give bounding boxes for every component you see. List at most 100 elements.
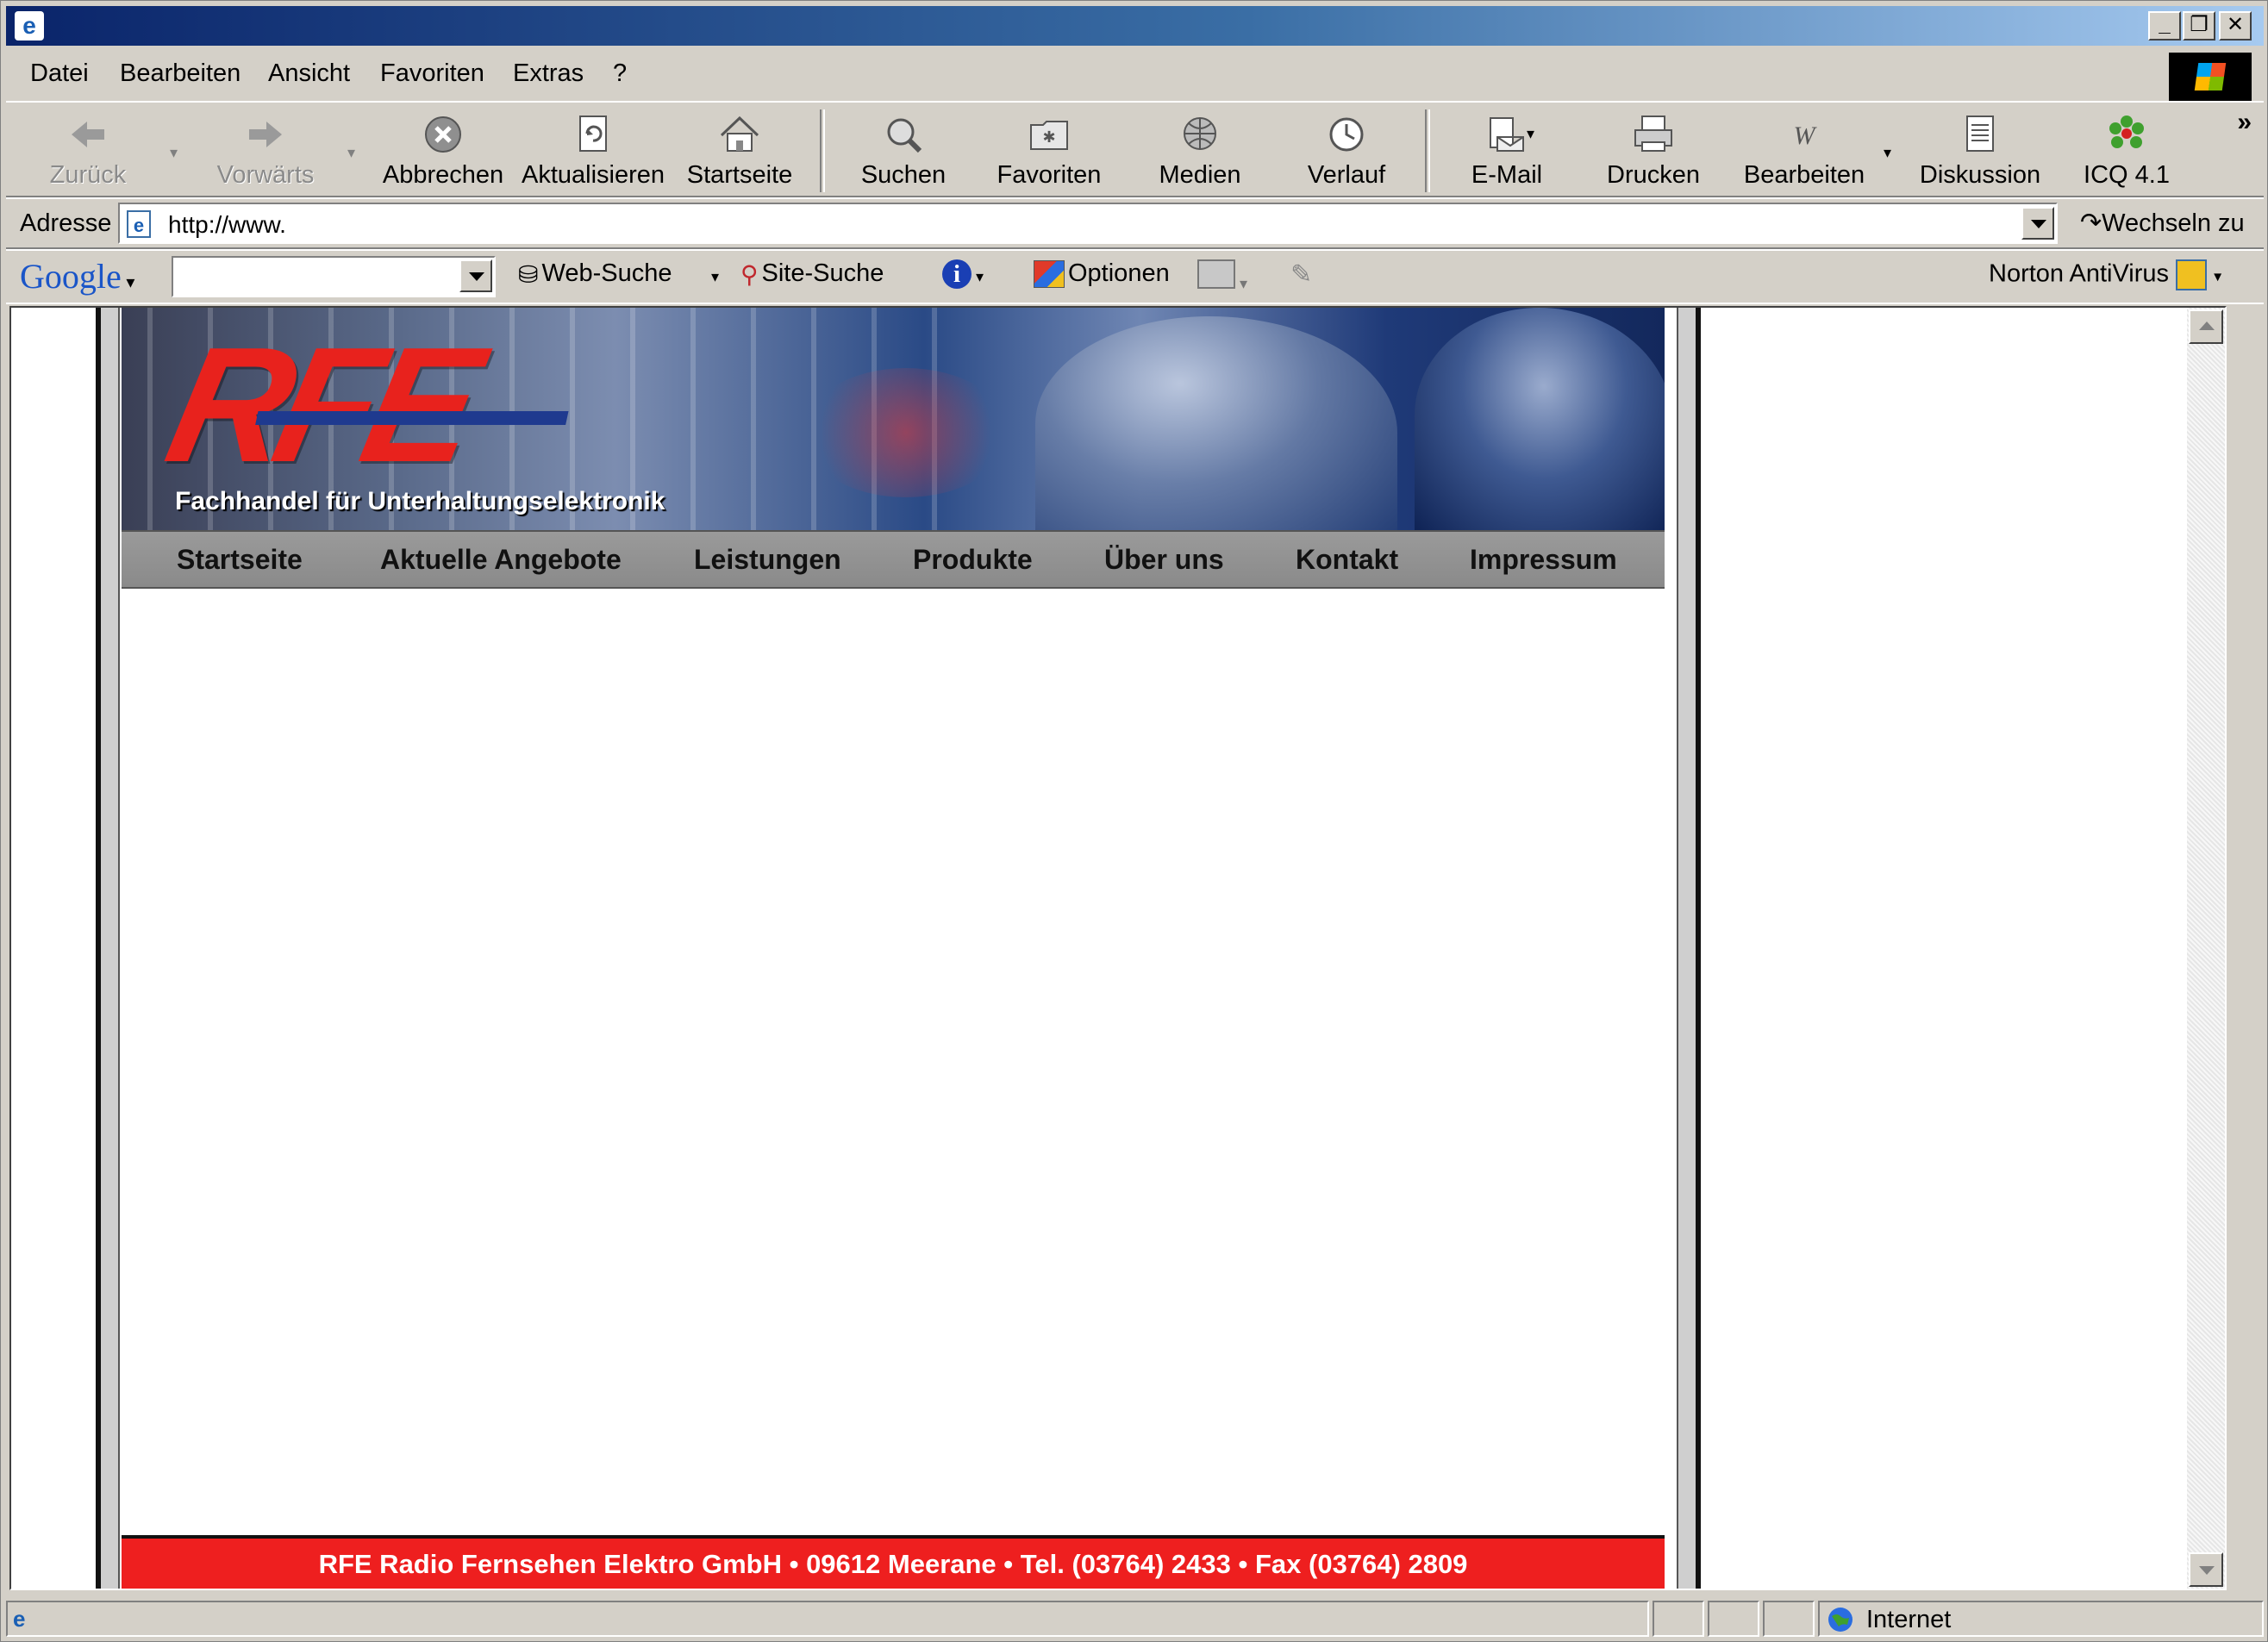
menu-ansicht[interactable]: Ansicht (268, 59, 350, 88)
mail-button[interactable]: E-Mail (1451, 111, 1563, 194)
status-panel (1653, 1601, 1704, 1637)
go-button[interactable]: ↷Wechseln zu (2080, 208, 2245, 238)
status-zone-panel: Internet (1818, 1601, 2264, 1637)
discuss-button[interactable]: Diskussion (1911, 111, 2049, 194)
nav-leistungen[interactable]: Leistungen (694, 544, 841, 576)
web-search-button[interactable]: ⛁ Web-Suche (518, 259, 672, 289)
forward-arrow-icon (249, 122, 282, 147)
site-search-icon: ⚲ (740, 260, 759, 288)
menu-extras[interactable]: Extras (513, 59, 584, 88)
nav-startseite[interactable]: Startseite (177, 544, 303, 576)
svg-text:W: W (1794, 122, 1818, 150)
folder-button[interactable]: ▾ (1197, 259, 1247, 296)
site-search-button[interactable]: ⚲ Site-Suche (740, 259, 884, 289)
discussion-icon (1966, 116, 1994, 152)
norton-dropdown-icon: ▾ (2214, 267, 2222, 285)
menu-bearbeiten[interactable]: Bearbeiten (120, 59, 241, 88)
header-banner: RFE Fachhandel für Unterhaltungselektron… (122, 308, 1665, 530)
forward-button[interactable]: Vorwärts (209, 111, 322, 194)
frame-right-border (1677, 308, 1696, 1589)
nav-impressum[interactable]: Impressum (1470, 544, 1617, 576)
favorites-folder-icon: ✱ (1030, 121, 1068, 150)
go-arrow-icon: ↷ (2080, 209, 2102, 237)
forward-dropdown-icon[interactable]: ▾ (347, 144, 355, 162)
mail-dropdown-icon[interactable]: ▾ (1527, 125, 1534, 143)
nav-produkte[interactable]: Produkte (913, 544, 1033, 576)
nav-aktuelle-angebote[interactable]: Aktuelle Angebote (380, 544, 622, 576)
word-edit-icon: W (1794, 122, 1818, 150)
folder-dropdown-icon: ▾ (1235, 275, 1248, 292)
stop-button[interactable]: Abbrechen (378, 111, 508, 194)
media-button[interactable]: Medien (1144, 111, 1256, 194)
title-bar[interactable]: e _ ❐ ✕ (6, 6, 2264, 46)
edit-button[interactable]: W Bearbeiten (1735, 111, 1873, 194)
vertical-scrollbar[interactable] (2187, 308, 2225, 1589)
minimize-button[interactable]: _ (2148, 11, 2181, 41)
options-icon (1034, 260, 1065, 289)
address-bar: Adresse e http://www. ↷Wechseln zu (6, 199, 2264, 251)
info-icon: i (942, 259, 972, 289)
logo-blue-stripe (255, 411, 569, 425)
toolbar-overflow-chevron[interactable]: » (2237, 108, 2252, 137)
google-dropdown-icon: ▾ (121, 273, 135, 292)
search-button[interactable]: Suchen (847, 111, 959, 194)
refresh-button[interactable]: Aktualisieren (520, 111, 666, 194)
print-button[interactable]: Drucken (1597, 111, 1709, 194)
home-button[interactable]: Startseite (684, 111, 796, 194)
internet-globe-icon (1828, 1608, 1853, 1632)
footer-contact: RFE Radio Fernsehen Elektro GmbH • 09612… (318, 1549, 1468, 1579)
history-button[interactable]: Verlauf (1290, 111, 1403, 194)
menu-bar: Datei Bearbeiten Ansicht Favoriten Extra… (6, 49, 2264, 103)
address-url[interactable]: http://www. (168, 211, 286, 239)
status-panel (1763, 1601, 1815, 1637)
nav-ueber-uns[interactable]: Über uns (1104, 544, 1224, 576)
close-button[interactable]: ✕ (2219, 11, 2252, 41)
google-search-input[interactable] (172, 256, 496, 297)
rfe-logo[interactable]: RFE (153, 314, 569, 496)
address-label: Adresse (20, 209, 112, 237)
menu-help[interactable]: ? (613, 59, 627, 88)
toolbar-separator (820, 109, 825, 192)
google-logo[interactable]: Google ▾ (20, 256, 134, 297)
banner-photo-man (1415, 308, 1665, 530)
stop-icon (425, 116, 461, 153)
toolbar-separator (1425, 109, 1430, 192)
options-button[interactable]: Optionen (1034, 259, 1170, 289)
page-info-button[interactable]: i ▾ (942, 259, 984, 289)
back-arrow-icon (72, 122, 104, 147)
mail-icon (1490, 117, 1524, 152)
back-dropdown-icon[interactable]: ▾ (170, 144, 178, 162)
icq-button[interactable]: ICQ 4.1 (2075, 111, 2178, 194)
norton-icon (2176, 259, 2208, 290)
address-dropdown-button[interactable] (2021, 207, 2054, 240)
ie-app-icon[interactable]: e (15, 11, 44, 41)
norton-antivirus[interactable]: Norton AntiVirus ▾ (1989, 259, 2221, 290)
address-input[interactable]: e http://www. (118, 203, 2058, 244)
google-toolbar: Google ▾ ⛁ Web-Suche ▾ ⚲ Site-Suche i ▾ Op… (6, 251, 2264, 304)
scroll-up-button[interactable] (2189, 309, 2223, 344)
scroll-down-button[interactable] (2189, 1552, 2223, 1587)
svg-text:✱: ✱ (1042, 128, 1055, 146)
status-ie-icon: e (13, 1606, 26, 1632)
page-footer: RFE Radio Fernsehen Elektro GmbH • 09612… (122, 1535, 1665, 1589)
menu-datei[interactable]: Datei (30, 59, 89, 88)
icq-flower-icon (2109, 116, 2144, 148)
media-globe-icon (1184, 117, 1216, 150)
edit-dropdown-icon[interactable]: ▾ (1884, 144, 1891, 162)
tagline: Fachhandel für Unterhaltungselektronik (175, 487, 665, 515)
banner-red-glow (803, 368, 1009, 497)
back-button[interactable]: Zurück (41, 111, 135, 194)
web-search-dropdown-icon[interactable]: ▾ (711, 268, 719, 286)
windows-flag-icon (2194, 63, 2227, 91)
banner-photo-woman (1035, 316, 1397, 530)
history-clock-icon (1329, 117, 1364, 152)
page-ie-icon: e (127, 210, 151, 238)
highlighter-icon[interactable]: ✎ (1290, 259, 1312, 290)
binoculars-icon: ⛁ (518, 260, 539, 288)
google-search-dropdown[interactable] (459, 259, 492, 292)
page-viewport[interactable]: RFE Fachhandel für Unterhaltungselektron… (9, 306, 2227, 1590)
nav-kontakt[interactable]: Kontakt (1296, 544, 1398, 576)
menu-favoriten[interactable]: Favoriten (380, 59, 484, 88)
favorites-button[interactable]: ✱ Favoriten (989, 111, 1109, 194)
restore-button[interactable]: ❐ (2183, 11, 2215, 41)
